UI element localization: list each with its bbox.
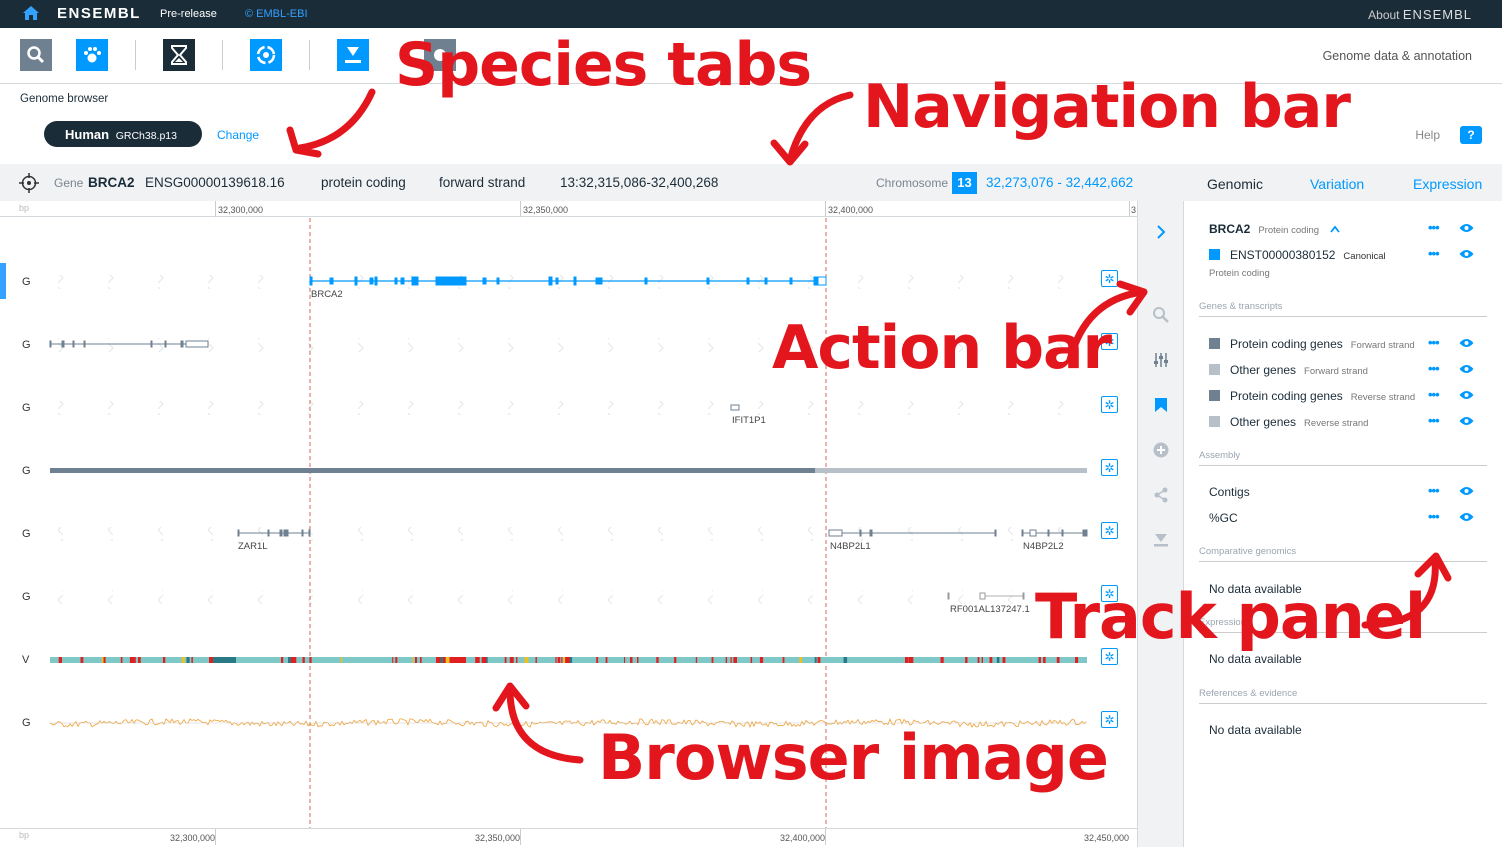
- annotation-track-panel: Track panel: [1035, 580, 1426, 653]
- species-tabs-arrow: [296, 88, 376, 152]
- annotation-browser-image: Browser image: [598, 721, 1109, 794]
- annotation-species-tabs: Species tabs: [395, 30, 812, 100]
- annotation-navigation-bar: Navigation bar: [863, 72, 1351, 142]
- annotation-action-bar: Action bar: [772, 313, 1112, 383]
